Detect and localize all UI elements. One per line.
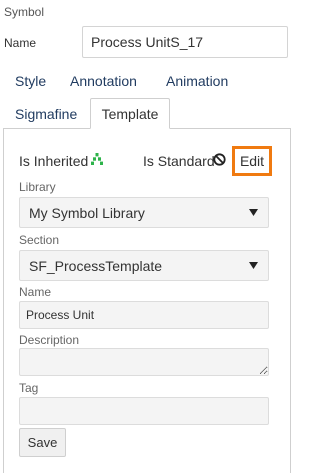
library-select[interactable]: My Symbol Library <box>19 197 269 228</box>
symbol-name-input[interactable] <box>82 26 288 58</box>
library-select-value: My Symbol Library <box>29 204 145 221</box>
section-select-value: SF_ProcessTemplate <box>29 257 163 274</box>
section-label: Section <box>19 233 60 247</box>
tag-label: Tag <box>19 381 39 395</box>
description-textarea[interactable] <box>19 348 269 376</box>
tab-style[interactable]: Style <box>15 73 46 89</box>
description-label: Description <box>19 333 80 347</box>
tab-animation[interactable]: Animation <box>166 73 228 89</box>
ban-icon <box>213 153 226 166</box>
save-button[interactable]: Save <box>19 428 66 457</box>
tag-input[interactable] <box>19 397 269 425</box>
caret-down-icon <box>249 209 258 216</box>
section-select[interactable]: SF_ProcessTemplate <box>19 250 269 281</box>
template-name-input[interactable] <box>19 301 269 329</box>
tab-annotation[interactable]: Annotation <box>70 73 137 89</box>
is-standard-label: Is Standard <box>143 153 215 169</box>
symbol-name-label: Name <box>4 36 37 50</box>
library-label: Library <box>19 180 56 194</box>
tab-template[interactable]: Template <box>90 98 170 129</box>
caret-down-icon <box>249 262 258 269</box>
edit-button[interactable]: Edit <box>232 146 272 176</box>
template-name-label: Name <box>19 285 52 299</box>
hierarchy-icon <box>91 153 103 165</box>
symbol-section-title: Symbol <box>4 5 45 19</box>
is-inherited-label: Is Inherited <box>19 153 89 169</box>
tab-sigmafine[interactable]: Sigmafine <box>15 106 77 122</box>
